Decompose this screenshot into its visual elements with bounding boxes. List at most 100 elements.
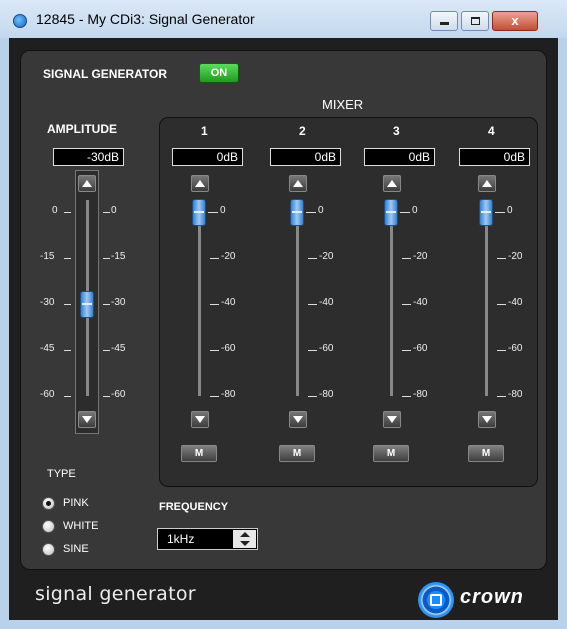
channel-4-scale-label: -60 [508,343,523,354]
channel-4-up-button[interactable] [478,175,496,192]
channel-2-tick [308,396,317,397]
channel-1-scale-label: -40 [221,297,236,308]
channel-2-down-button[interactable] [289,411,307,428]
amplitude-label: AMPLITUDE [47,122,117,136]
close-button[interactable]: x [492,11,538,31]
type-label-pink: PINK [63,497,89,509]
frequency-label: FREQUENCY [159,501,229,513]
channel-4-scale-label: -40 [508,297,523,308]
channel-4-tick [495,212,505,213]
channel-2-scale-label: -60 [319,343,334,354]
amplitude-scale-right-label: -45 [111,343,126,354]
amplitude-tick-left [64,304,71,305]
channel-3-slider-thumb[interactable] [384,199,398,226]
channel-4-slider-thumb[interactable] [479,199,493,226]
channel-1-mute-button[interactable]: M [181,445,217,462]
channel-1-readout[interactable]: 0dB [172,148,243,166]
footer-title: signal generator [35,583,196,605]
channel-2-number: 2 [299,124,306,138]
channel-3-tick [402,258,411,259]
app-icon [13,14,27,28]
type-label-sine: SINE [63,543,89,555]
channel-2-scale-label: 0 [318,205,324,216]
amplitude-tick-right [103,258,110,259]
signal-generator-label: SIGNAL GENERATOR [43,67,168,81]
mixer-label: MIXER [322,97,364,112]
channel-3-tick [402,304,411,305]
channel-1-number: 1 [201,124,208,138]
signal-generator-on-button[interactable]: ON [199,63,239,83]
type-radio-pink[interactable] [42,497,55,510]
amplitude-scale-left-label: -30 [40,297,55,308]
channel-1-up-button[interactable] [191,175,209,192]
channel-2-mute-button[interactable]: M [279,445,315,462]
channel-1-rail [198,200,201,396]
type-label-white: WHITE [63,520,99,532]
amplitude-readout[interactable]: -30dB [53,148,124,166]
channel-2-readout[interactable]: 0dB [270,148,341,166]
mixer-panel [159,117,538,487]
channel-1-slider-thumb[interactable] [192,199,206,226]
channel-4-scale-label: 0 [507,205,513,216]
amplitude-tick-right [103,350,110,351]
channel-3-scale-label: -20 [413,251,428,262]
channel-3-rail [390,200,393,396]
type-radio-sine[interactable] [42,543,55,556]
amplitude-scale-left-label: -60 [40,389,55,400]
channel-3-down-button[interactable] [383,411,401,428]
channel-2-slider-thumb[interactable] [290,199,304,226]
amplitude-tick-left [64,212,71,213]
amplitude-scale-left-label: -45 [40,343,55,354]
channel-3-mute-button[interactable]: M [373,445,409,462]
type-radio-white[interactable] [42,520,55,533]
minimize-button[interactable] [430,11,458,31]
channel-2-up-button[interactable] [289,175,307,192]
channel-4-rail [485,200,488,396]
channel-4-readout[interactable]: 0dB [459,148,530,166]
channel-3-scale-label: -40 [413,297,428,308]
channel-3-scale-label: -80 [413,389,428,400]
channel-1-down-button[interactable] [191,411,209,428]
title-bar[interactable]: 12845 - My CDi3: Signal Generator x [0,0,567,38]
channel-4-tick [497,396,506,397]
channel-2-tick [308,258,317,259]
channel-4-number: 4 [488,124,495,138]
channel-4-tick [497,350,506,351]
channel-3-readout[interactable]: 0dB [364,148,435,166]
amplitude-tick-left [64,396,71,397]
amplitude-down-button[interactable] [78,411,96,428]
channel-4-mute-button[interactable]: M [468,445,504,462]
amplitude-tick-right [103,396,110,397]
channel-2-rail [296,200,299,396]
channel-1-tick [210,396,219,397]
channel-2-scale-label: -40 [319,297,334,308]
maximize-button[interactable] [461,11,489,31]
amplitude-scale-left-label: 0 [52,205,58,216]
crown-logo-text: crown [460,586,524,608]
amplitude-scale-right-label: -30 [111,297,126,308]
channel-1-scale-label: -20 [221,251,236,262]
channel-4-scale-label: -20 [508,251,523,262]
channel-1-scale-label: 0 [220,205,226,216]
channel-4-down-button[interactable] [478,411,496,428]
crown-logo-icon [418,582,454,618]
channel-3-number: 3 [393,124,400,138]
channel-2-scale-label: -20 [319,251,334,262]
channel-3-scale-label: -60 [413,343,428,354]
channel-2-tick [308,350,317,351]
amplitude-slider-thumb[interactable] [80,291,94,318]
amplitude-tick-left [64,350,71,351]
channel-1-tick [210,304,219,305]
channel-3-scale-label: 0 [412,205,418,216]
app-window: 12845 - My CDi3: Signal Generator x SIGN… [0,0,567,629]
channel-4-tick [497,304,506,305]
channel-1-tick [210,350,219,351]
channel-3-up-button[interactable] [383,175,401,192]
type-label: TYPE [47,468,76,480]
amplitude-up-button[interactable] [78,175,96,192]
window-title: 12845 - My CDi3: Signal Generator [36,11,255,27]
frequency-spinner[interactable] [233,530,256,548]
channel-1-tick [210,258,219,259]
channel-3-tick [402,396,411,397]
amplitude-scale-right-label: -15 [111,251,126,262]
